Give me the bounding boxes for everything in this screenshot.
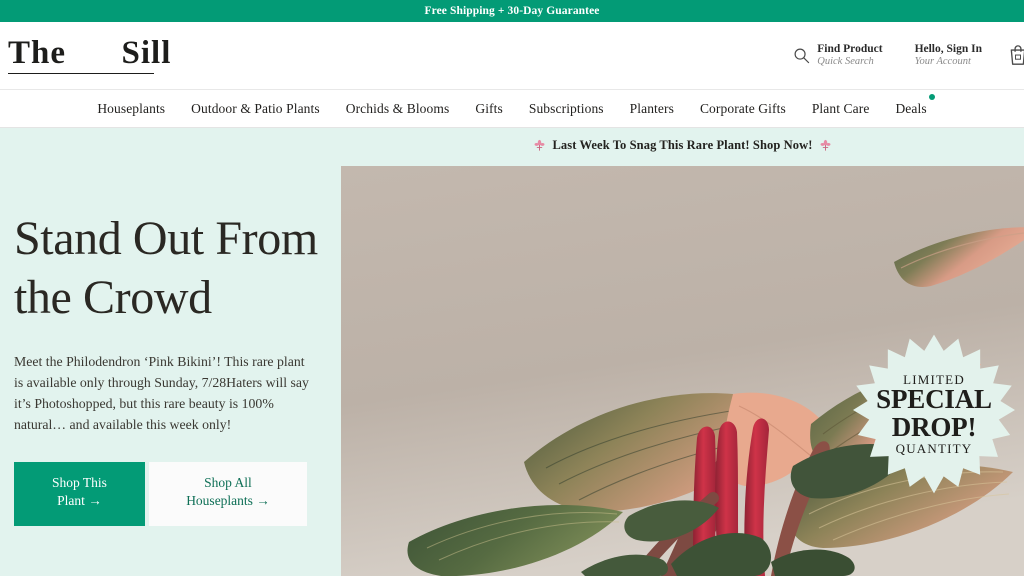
nav-label: Subscriptions: [528, 100, 604, 116]
nav-item-plant-care[interactable]: Plant Care: [812, 101, 870, 117]
your-account-label: Your Account: [914, 56, 971, 68]
logo-underline: [8, 72, 154, 75]
nav-label: Plant Care: [811, 100, 870, 116]
nav-item-orchids-blooms[interactable]: Orchids & Blooms: [346, 101, 450, 117]
badge-line-special: SPECIAL: [876, 384, 992, 415]
find-product-link[interactable]: Find Product Quick Search: [777, 43, 898, 69]
shop-this-plant-button[interactable]: Shop This Plant →: [14, 461, 145, 527]
nav-label: Outdoor & Patio Plants: [191, 100, 320, 116]
nav-item-subscriptions[interactable]: Subscriptions: [529, 101, 604, 117]
badge-line-drop: DROP!: [891, 412, 977, 442]
site-logo-text: The Sill: [8, 34, 172, 71]
badge-line-quantity: QUANTITY: [895, 440, 973, 456]
hero-description: Meet the Philodendron ‘Pink Bikini’! Thi…: [14, 354, 309, 432]
site-header: The Sill Find Product Quick Search Hello…: [0, 22, 1024, 90]
nav-item-houseplants[interactable]: Houseplants: [97, 101, 165, 117]
account-link[interactable]: Hello, Sign In Your Account: [899, 43, 998, 69]
nav-label: Houseplants: [97, 100, 166, 116]
cart-button[interactable]: [998, 45, 1024, 67]
main-navigation: Houseplants Outdoor & Patio Plants Orchi…: [0, 90, 1024, 128]
hero-copy-column: Stand Out From the Crowd Meet the Philod…: [14, 128, 334, 527]
site-logo[interactable]: The Sill: [4, 34, 172, 75]
nav-item-deals[interactable]: Deals: [895, 93, 935, 117]
announcement-text: Free Shipping + 30-Day Guarantee: [424, 5, 600, 17]
blossom-emoji-right: [820, 139, 831, 152]
hero-section: Last Week To Snag This Rare Plant! Shop …: [0, 128, 1024, 576]
special-drop-badge: LIMITED SPECIAL DROP! QUANTITY: [853, 333, 1015, 495]
find-product-label: Find Product: [817, 42, 883, 55]
nav-item-planters[interactable]: Planters: [630, 101, 674, 117]
search-icon: [793, 47, 810, 64]
shopping-cart-icon: [1008, 45, 1024, 67]
nav-label: Gifts: [475, 100, 503, 116]
hero-title: Stand Out From the Crowd: [14, 212, 318, 324]
sign-in-label: Hello, Sign In: [914, 42, 982, 55]
blossom-emoji-left: [534, 139, 545, 152]
nav-item-gifts[interactable]: Gifts: [475, 101, 503, 117]
header-utilities: Find Product Quick Search Hello, Sign In…: [777, 43, 1024, 69]
nav-item-outdoor-patio-plants[interactable]: Outdoor & Patio Plants: [191, 101, 320, 117]
nav-item-corporate-gifts[interactable]: Corporate Gifts: [700, 101, 786, 117]
hero-promo-banner[interactable]: Last Week To Snag This Rare Plant! Shop …: [341, 138, 1024, 153]
nav-label: Corporate Gifts: [699, 100, 786, 116]
nav-label: Orchids & Blooms: [345, 100, 450, 116]
announcement-bar: Free Shipping + 30-Day Guarantee: [0, 0, 1024, 22]
hero-promo-text: Last Week To Snag This Rare Plant! Shop …: [552, 138, 813, 152]
hero-product-image[interactable]: LIMITED SPECIAL DROP! QUANTITY: [341, 166, 1024, 576]
shop-all-houseplants-button[interactable]: Shop All Houseplants →: [149, 461, 307, 527]
hero-cta-group: Shop This Plant → Shop All Houseplants →: [14, 461, 334, 527]
deals-notification-dot: [928, 93, 935, 100]
nav-label: Deals: [895, 100, 927, 116]
quick-search-label: Quick Search: [817, 56, 874, 68]
nav-label: Planters: [629, 100, 674, 116]
